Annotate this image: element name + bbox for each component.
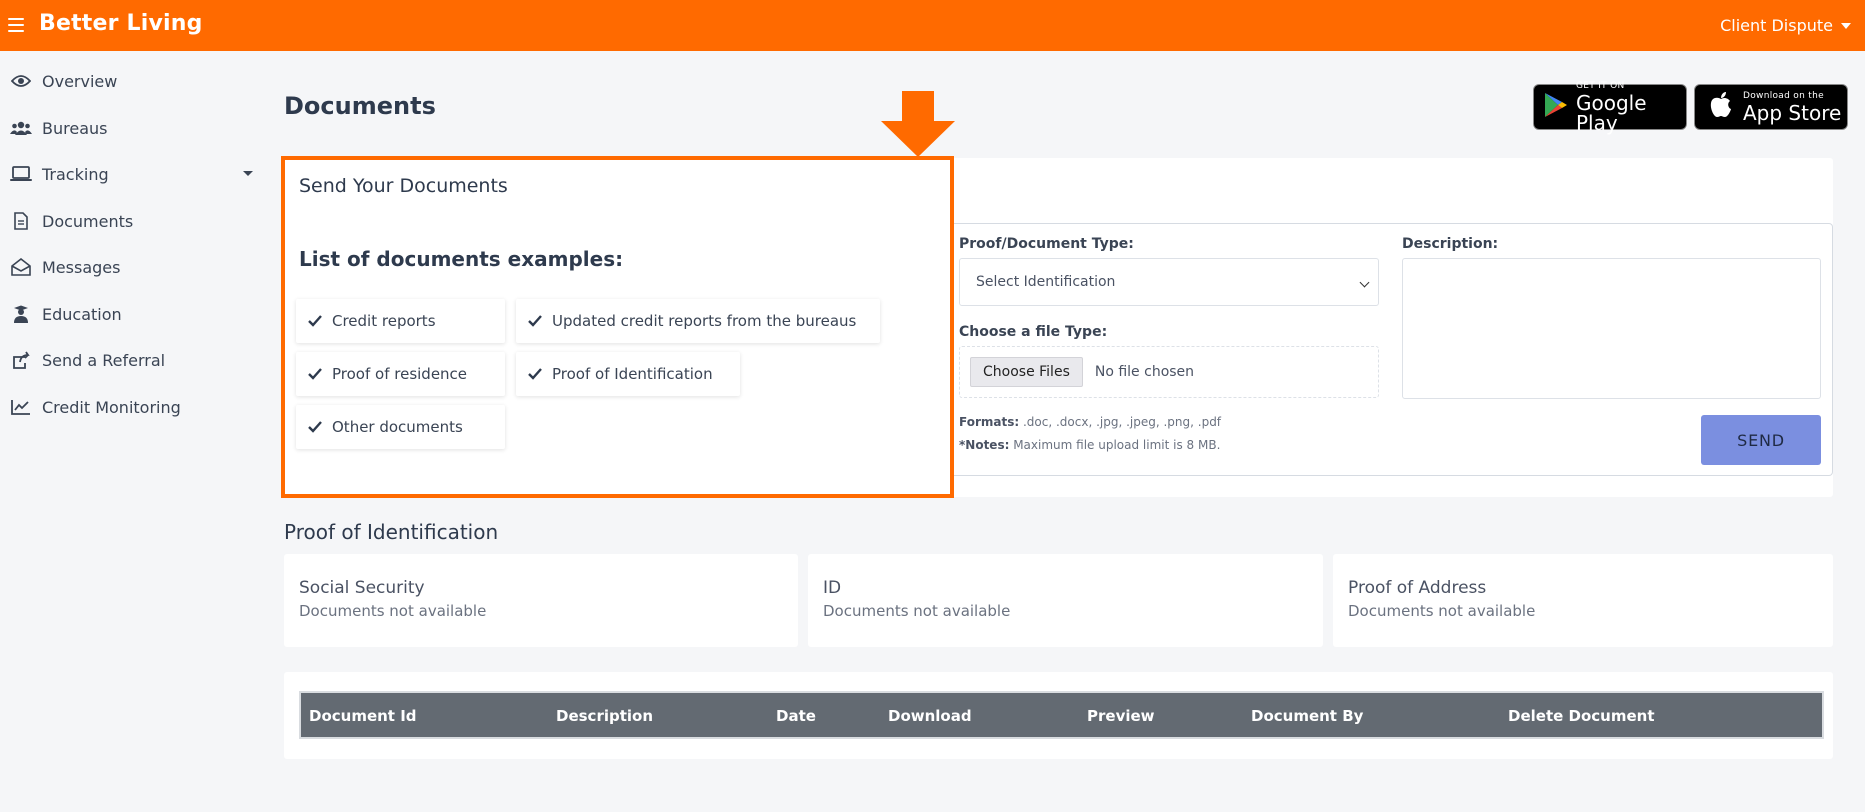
example-chip: Proof of residence [296, 352, 505, 396]
proof-card-proof-of-address: Proof of Address Documents not available [1333, 554, 1833, 647]
sidebar-item-education[interactable]: Education [10, 299, 255, 329]
example-label: Updated credit reports from the bureaus [552, 312, 857, 330]
doc-type-selected-value: Select Identification [976, 274, 1116, 290]
sidebar-item-send-referral[interactable]: Send a Referral [10, 345, 255, 375]
eye-icon [10, 71, 32, 91]
sidebar-item-documents[interactable]: Documents [10, 206, 255, 236]
file-type-label: Choose a file Type: [959, 324, 1108, 340]
notes-value: Maximum file upload limit is 8 MB. [1009, 438, 1221, 452]
down-arrow-icon [881, 91, 955, 161]
proof-card-id: ID Documents not available [808, 554, 1323, 647]
description-label: Description: [1402, 236, 1499, 252]
choose-files-button[interactable]: Choose Files [970, 357, 1083, 387]
sidebar: Overview Bureaus Tracking Documents Mess… [0, 51, 265, 812]
google-play-small-text: GET IT ON [1576, 80, 1625, 91]
column-header-description[interactable]: Description [556, 707, 653, 725]
google-play-icon [1544, 92, 1568, 122]
check-icon [308, 315, 322, 327]
example-chip: Other documents [296, 405, 505, 449]
sidebar-item-label: Education [42, 304, 122, 324]
proof-card-status: Documents not available [1348, 602, 1536, 620]
user-menu-dropdown[interactable]: Client Dispute [1720, 16, 1851, 35]
proof-card-status: Documents not available [823, 602, 1011, 620]
laptop-icon [10, 164, 32, 184]
example-chip: Credit reports [296, 299, 505, 343]
upload-limit-note: *Notes: Maximum file upload limit is 8 M… [959, 438, 1220, 452]
sidebar-item-label: Send a Referral [42, 350, 166, 370]
formats-label: Formats: [959, 415, 1020, 429]
brand-logo[interactable]: Better Living [39, 11, 203, 36]
page-title: Documents [284, 92, 436, 120]
notes-label: *Notes: [959, 438, 1010, 452]
apple-icon [1709, 91, 1733, 123]
column-header-preview[interactable]: Preview [1087, 707, 1155, 725]
app-store-small-text: Download on the [1743, 90, 1824, 101]
send-button[interactable]: SEND [1701, 415, 1821, 465]
proof-card-title: Proof of Address [1348, 578, 1487, 598]
examples-title: List of documents examples: [299, 247, 624, 271]
doc-type-select[interactable]: Select Identification [959, 258, 1379, 306]
user-menu-label: Client Dispute [1720, 16, 1833, 35]
graduate-icon [10, 304, 32, 324]
caret-down-icon [243, 171, 253, 176]
formats-note: Formats: .doc, .docx, .jpg, .jpeg, .png,… [959, 415, 1221, 429]
chevron-down-icon [1359, 277, 1370, 288]
sidebar-item-overview[interactable]: Overview [10, 66, 255, 96]
document-icon [10, 211, 32, 231]
column-header-document-by[interactable]: Document By [1251, 707, 1363, 725]
users-icon [10, 118, 32, 138]
sidebar-item-messages[interactable]: Messages [10, 252, 255, 282]
send-documents-title: Send Your Documents [299, 175, 508, 197]
sidebar-item-label: Credit Monitoring [42, 397, 181, 417]
example-chip: Proof of Identification [516, 352, 740, 396]
app-store-big-text: App Store [1743, 100, 1842, 125]
proof-card-status: Documents not available [299, 602, 487, 620]
column-header-date[interactable]: Date [776, 707, 816, 725]
sidebar-item-tracking[interactable]: Tracking [10, 159, 255, 189]
proof-card-title: ID [823, 578, 842, 598]
doc-type-label: Proof/Document Type: [959, 236, 1134, 252]
column-header-download[interactable]: Download [888, 707, 972, 725]
chevron-down-icon [1841, 22, 1851, 29]
top-navbar: Better Living Client Dispute [0, 0, 1865, 51]
proof-section-title: Proof of Identification [284, 520, 499, 544]
app-store-badge[interactable]: Download on the App Store [1694, 84, 1848, 130]
sidebar-item-label: Bureaus [42, 118, 108, 138]
google-play-big-text: Google Play [1576, 90, 1647, 135]
proof-card-title: Social Security [299, 578, 425, 598]
description-textarea[interactable] [1402, 258, 1821, 399]
sidebar-item-label: Overview [42, 71, 118, 91]
hamburger-menu-icon[interactable] [8, 18, 24, 32]
example-label: Proof of Identification [552, 365, 713, 383]
google-play-badge[interactable]: GET IT ON Google Play [1533, 80, 1687, 135]
check-icon [528, 368, 542, 380]
sidebar-item-label: Messages [42, 257, 121, 277]
column-header-delete-document[interactable]: Delete Document [1508, 707, 1654, 725]
documents-table-header: Document Id Description Date Download Pr… [299, 691, 1824, 739]
check-icon [528, 315, 542, 327]
proof-card-social-security: Social Security Documents not available [284, 554, 798, 647]
example-label: Proof of residence [332, 365, 468, 383]
formats-value: .doc, .docx, .jpg, .jpeg, .png, .pdf [1019, 415, 1222, 429]
check-icon [308, 421, 322, 433]
no-file-text: No file chosen [1094, 364, 1195, 380]
example-label: Credit reports [332, 312, 436, 330]
envelope-open-icon [10, 257, 32, 277]
check-icon [308, 368, 322, 380]
column-header-document-id[interactable]: Document Id [309, 707, 417, 725]
sidebar-item-label: Documents [42, 211, 134, 231]
line-chart-icon [10, 397, 32, 417]
sidebar-item-credit-monitoring[interactable]: Credit Monitoring [10, 392, 255, 422]
sidebar-item-bureaus[interactable]: Bureaus [10, 113, 255, 143]
share-icon [10, 350, 32, 370]
sidebar-item-label: Tracking [42, 164, 109, 184]
example-label: Other documents [332, 418, 463, 436]
example-chip: Updated credit reports from the bureaus [516, 299, 880, 343]
file-input[interactable]: Choose Files No file chosen [959, 346, 1379, 398]
